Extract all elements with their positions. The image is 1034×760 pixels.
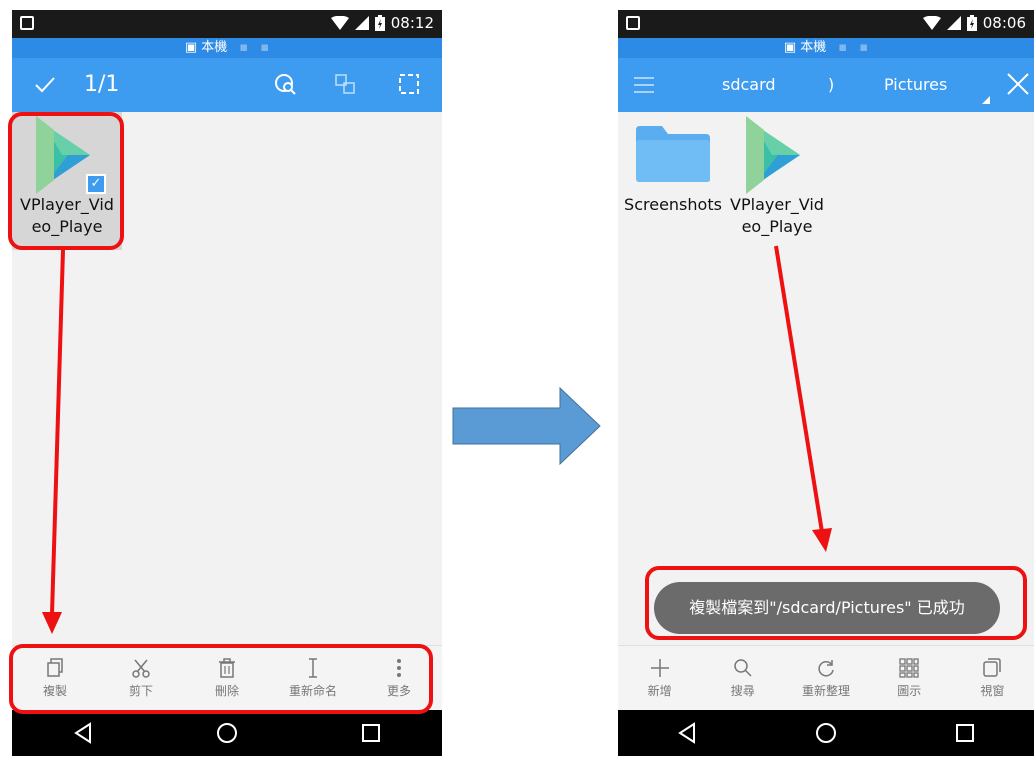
battery-charging-icon <box>966 15 977 31</box>
transition-arrow-icon <box>452 386 601 466</box>
selection-count: 1/1 <box>84 72 120 97</box>
new-button[interactable]: 新增 <box>618 646 701 710</box>
status-time: 08:12 <box>390 14 434 32</box>
back-icon[interactable] <box>677 722 697 744</box>
status-bar: 08:12 <box>12 10 442 38</box>
vplayer-app-icon <box>746 116 800 194</box>
refresh-icon <box>818 659 834 676</box>
device-icon: ▣ <box>184 40 198 55</box>
select-all-icon[interactable] <box>398 73 420 95</box>
copy-path-icon[interactable] <box>334 73 356 95</box>
corner-indicator-icon <box>982 96 990 104</box>
new-label: 新增 <box>647 683 672 698</box>
refresh-button[interactable]: 重新整理 <box>784 646 867 710</box>
wifi-icon <box>330 16 349 30</box>
file-name: VPlayer_Video_Playe <box>730 195 824 236</box>
monitor-icon: ▪ <box>859 40 869 55</box>
recents-icon[interactable] <box>361 723 381 743</box>
breadcrumb-root[interactable]: sdcard <box>722 75 776 94</box>
device-icon: ▣ <box>783 40 797 55</box>
path-toolbar: sdcard ) Pictures <box>618 58 1034 112</box>
search-label: 搜尋 <box>730 683 755 698</box>
search-icon <box>734 658 752 677</box>
windows-button[interactable]: 視窗 <box>951 646 1034 710</box>
home-icon[interactable] <box>216 722 238 744</box>
battery-charging-icon <box>374 15 385 31</box>
android-nav-bar <box>618 710 1034 756</box>
selection-toolbar: 1/1 <box>12 58 442 112</box>
refresh-label: 重新整理 <box>802 683 851 698</box>
location-label: 本機 <box>800 40 827 55</box>
check-icon[interactable] <box>34 76 56 94</box>
printer-icon: ▪ <box>838 40 848 55</box>
grid-icon <box>899 657 919 678</box>
search-button[interactable]: 搜尋 <box>701 646 784 710</box>
location-bar[interactable]: ▣ 本機 ▪ ▪ <box>618 38 1034 58</box>
status-time: 08:06 <box>982 14 1026 32</box>
menu-icon[interactable] <box>634 76 654 94</box>
location-bar[interactable]: ▣ 本機 ▪ ▪ <box>12 38 442 58</box>
highlight-selected-file <box>8 112 124 250</box>
windows-icon <box>983 657 1002 677</box>
windows-label: 視窗 <box>980 683 1005 698</box>
recents-icon[interactable] <box>955 723 975 743</box>
gallery-notification-icon <box>626 16 640 30</box>
gallery-notification-icon <box>20 16 34 30</box>
action-bar: 新增 搜尋 重新整理 圖示 視窗 <box>618 645 1034 710</box>
folder-item[interactable]: Screenshots <box>618 124 728 216</box>
status-bar: 08:06 <box>618 10 1034 38</box>
printer-icon: ▪ <box>239 40 249 55</box>
highlight-action-bar <box>9 644 433 714</box>
folder-name: Screenshots <box>624 195 722 214</box>
signal-icon <box>354 16 369 30</box>
globe-search-icon[interactable] <box>274 73 296 95</box>
folder-icon <box>636 126 710 182</box>
view-button[interactable]: 圖示 <box>868 646 951 710</box>
plus-icon <box>650 658 669 677</box>
location-label: 本機 <box>201 40 228 55</box>
wifi-icon <box>922 16 941 30</box>
breadcrumb-separator: ) <box>828 75 835 94</box>
signal-icon <box>946 16 961 30</box>
breadcrumb-current[interactable]: Pictures <box>884 75 947 94</box>
highlight-toast <box>645 566 1027 640</box>
close-icon[interactable] <box>1006 72 1030 96</box>
android-nav-bar <box>12 710 442 756</box>
monitor-icon: ▪ <box>260 40 270 55</box>
view-label: 圖示 <box>897 683 922 698</box>
home-icon[interactable] <box>815 722 837 744</box>
file-item[interactable]: VPlayer_Video_Playe <box>722 116 832 238</box>
back-icon[interactable] <box>73 722 93 744</box>
right-phone-screen: 08:06 ▣ 本機 ▪ ▪ sdcard ) Pictures Screens… <box>618 10 1034 756</box>
